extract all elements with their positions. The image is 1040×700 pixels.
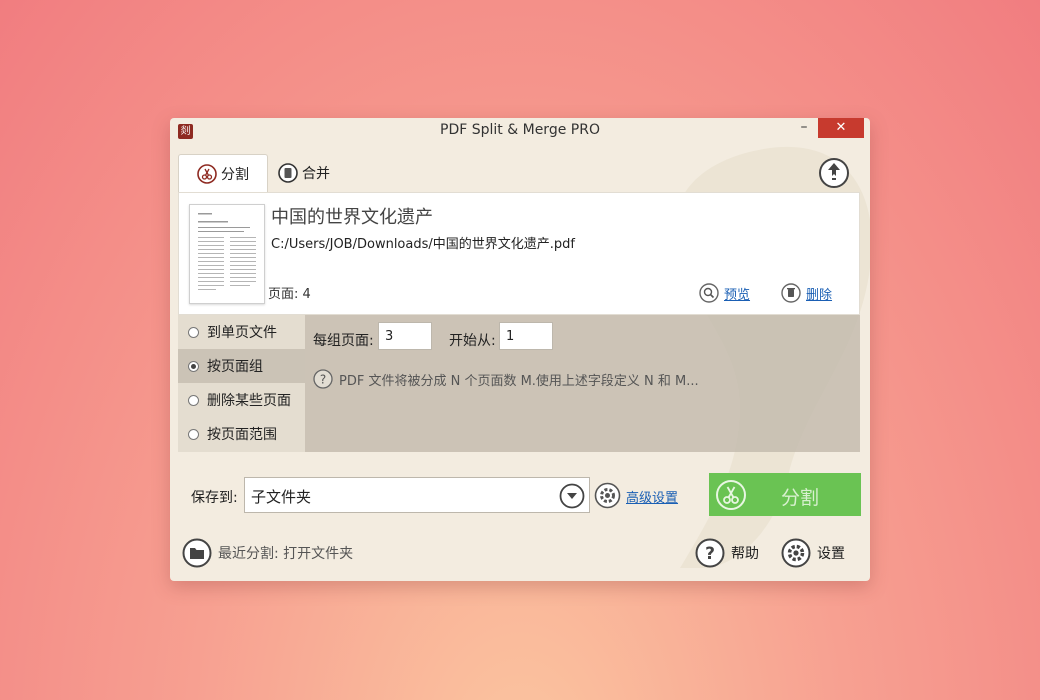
gear-icon	[781, 538, 811, 568]
close-button[interactable]: ✕	[818, 118, 864, 138]
recent-split-label: 最近分割: 打开文件夹	[218, 546, 354, 562]
radio-button[interactable]	[188, 428, 199, 440]
tab-split[interactable]: 分割	[178, 154, 268, 193]
hint-text: PDF 文件将被分成 N 个页面数 M.使用上述字段定义 N 和 M...	[339, 373, 699, 389]
tab-merge-label: 合并	[302, 166, 330, 182]
preview-label: 预览	[724, 287, 751, 303]
page-count: 页面: 4	[268, 287, 311, 302]
svg-text:?: ?	[705, 544, 715, 564]
app-window: 剡 PDF Split & Merge PRO – ✕ 分割 合并 中国的世界文…	[170, 118, 870, 581]
mode-label: 到单页文件	[207, 325, 277, 341]
mode-label: 按页面范围	[207, 427, 277, 443]
radio-button[interactable]	[188, 394, 199, 406]
split-options: 到单页文件 按页面组 删除某些页面 按页面范围 每组页面: 开始从:	[178, 315, 860, 452]
advanced-settings-link[interactable]: 高级设置	[626, 487, 678, 506]
title-bar[interactable]: 剡 PDF Split & Merge PRO – ✕	[170, 118, 870, 144]
document-title: 中国的世界文化遗产	[271, 207, 433, 228]
merge-icon	[278, 163, 298, 183]
mode-page-range[interactable]: 按页面范围	[178, 417, 305, 451]
split-button-label: 分割	[781, 487, 820, 509]
chevron-down-icon[interactable]	[559, 483, 585, 509]
question-icon: ?	[313, 369, 333, 389]
settings-label: 设置	[817, 546, 845, 562]
start-from-label: 开始从:	[449, 333, 496, 349]
pages-per-group-label: 每组页面:	[313, 333, 374, 349]
help-icon: ?	[695, 538, 725, 568]
window-title: PDF Split & Merge PRO	[440, 122, 600, 138]
scissors-icon	[716, 479, 746, 510]
page-group-panel: 每组页面: 开始从: ? PDF 文件将被分成 N 个页面数 M.使用上述字段定…	[305, 315, 860, 452]
document-path: C:/Users/JOB/Downloads/中国的世界文化遗产.pdf	[271, 237, 575, 252]
mode-single-page[interactable]: 到单页文件	[178, 315, 305, 349]
radio-button[interactable]	[188, 326, 199, 338]
mode-page-group[interactable]: 按页面组	[178, 349, 305, 383]
mode-label: 删除某些页面	[207, 393, 291, 409]
pages-per-group-input[interactable]	[378, 322, 432, 350]
help-hint: ? PDF 文件将被分成 N 个页面数 M.使用上述字段定义 N 和 M...	[313, 369, 699, 389]
start-from-input[interactable]	[499, 322, 553, 350]
document-thumbnail[interactable]	[189, 204, 265, 304]
recent-split-link[interactable]: 最近分割: 打开文件夹	[182, 538, 353, 568]
gear-icon[interactable]	[594, 482, 621, 509]
settings-button[interactable]: 设置	[781, 538, 845, 568]
delete-label: 删除	[806, 287, 833, 303]
search-icon	[699, 283, 719, 303]
save-location-select[interactable]: 子文件夹	[244, 477, 590, 513]
file-panel: 中国的世界文化遗产 C:/Users/JOB/Downloads/中国的世界文化…	[178, 192, 860, 315]
trash-icon	[781, 283, 801, 303]
tab-merge[interactable]: 合并	[278, 154, 348, 192]
split-button[interactable]: 分割	[709, 473, 861, 516]
help-button[interactable]: ? 帮助	[695, 538, 759, 568]
upload-icon[interactable]	[818, 157, 850, 189]
mode-delete-pages[interactable]: 删除某些页面	[178, 383, 305, 417]
mode-label: 按页面组	[207, 359, 263, 375]
save-to-label: 保存到:	[191, 490, 238, 506]
delete-button[interactable]: 删除	[781, 283, 832, 303]
folder-icon	[182, 538, 212, 568]
save-location-value: 子文件夹	[251, 488, 312, 506]
svg-text:?: ?	[320, 373, 326, 387]
minimize-button[interactable]: –	[792, 118, 816, 138]
radio-button[interactable]	[188, 360, 199, 372]
preview-button[interactable]: 预览	[699, 283, 750, 303]
split-mode-list: 到单页文件 按页面组 删除某些页面 按页面范围	[178, 315, 305, 452]
tab-split-label: 分割	[221, 167, 249, 183]
help-label: 帮助	[731, 546, 759, 562]
scissors-icon	[197, 164, 217, 184]
